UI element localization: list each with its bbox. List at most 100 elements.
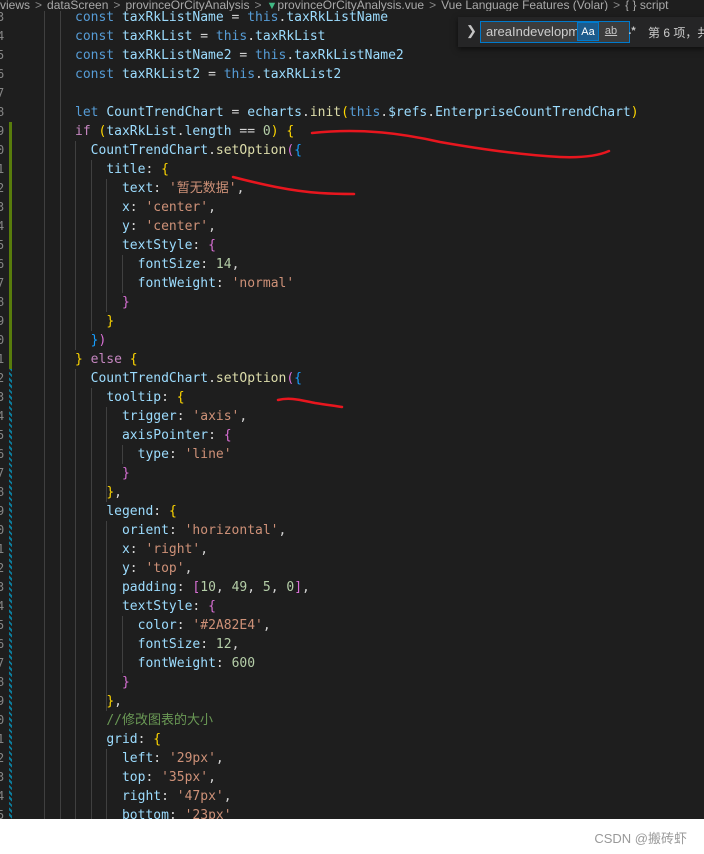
code-line[interactable]: 2 left: '29px', xyxy=(0,749,704,768)
breadcrumb-item[interactable]: views xyxy=(0,0,30,11)
code-token: = xyxy=(223,11,248,25)
code-line[interactable]: 8 let CountTrendChart = echarts.init(this… xyxy=(0,103,704,122)
code-line[interactable]: 9 }, xyxy=(0,692,704,711)
code-token: init xyxy=(309,105,342,120)
code-line[interactable]: 1} else { xyxy=(0,350,704,369)
code-line[interactable]: 5 textStyle: { xyxy=(0,236,704,255)
code-line[interactable]: 5 axisPointer: { xyxy=(0,426,704,445)
code-line[interactable]: 6 type: 'line' xyxy=(0,445,704,464)
code-line[interactable]: 6 fontSize: 12, xyxy=(0,635,704,654)
code-text: }, xyxy=(75,692,122,711)
code-text: orient: 'horizontal', xyxy=(75,521,286,540)
breadcrumb-item[interactable]: dataScreen xyxy=(47,0,108,11)
code-line[interactable]: 0 //修改图表的大小 xyxy=(0,711,704,730)
code-line[interactable]: 6 const taxRkList2 = this.taxRkList2 xyxy=(0,65,704,84)
regex-button[interactable]: .* xyxy=(623,22,641,41)
code-line[interactable]: 9 legend: { xyxy=(0,502,704,521)
code-line[interactable]: 2 CountTrendChart.setOption({ xyxy=(0,369,704,388)
code-token: { xyxy=(294,371,302,386)
code-token: title xyxy=(106,162,146,177)
code-token: bottom xyxy=(121,808,169,819)
code-token: 'center' xyxy=(145,200,209,215)
code-line[interactable]: 1 x: 'right', xyxy=(0,540,704,559)
watermark-text: CSDN @搬砖虾 xyxy=(594,831,687,846)
code-text: fontSize: 12, xyxy=(75,635,240,654)
code-line[interactable]: 0 CountTrendChart.setOption({ xyxy=(0,141,704,160)
code-line[interactable]: 6 fontSize: 14, xyxy=(0,255,704,274)
chevron-right-icon[interactable]: ❯ xyxy=(466,23,477,39)
code-line[interactable]: 4 trigger: 'axis', xyxy=(0,407,704,426)
code-text: tooltip: { xyxy=(75,388,184,407)
whole-word-button[interactable]: ab xyxy=(601,22,621,41)
code-line[interactable]: 9 } xyxy=(0,312,704,331)
code-line[interactable]: 0 orient: 'horizontal', xyxy=(0,521,704,540)
breadcrumb-item[interactable]: provinceOrCityAnalysis.vue xyxy=(277,0,424,11)
code-line[interactable]: 9 if (taxRkList.length == 0) { xyxy=(0,122,704,141)
code-line[interactable]: 5 color: '#2A82E4', xyxy=(0,616,704,635)
code-line[interactable]: 5 const taxRkListName2 = this.taxRkListNa… xyxy=(0,46,704,65)
code-text: grid: { xyxy=(75,730,161,749)
code-token: taxRkList2 xyxy=(262,67,342,82)
line-number: 9 xyxy=(0,694,5,708)
code-token: '暂无数据' xyxy=(168,181,237,196)
code-token: taxRkListName xyxy=(121,11,224,25)
code-token: . xyxy=(286,48,295,63)
code-token: , xyxy=(184,561,193,576)
code-line[interactable]: 3 top: '35px', xyxy=(0,768,704,787)
code-text: fontWeight: 600 xyxy=(75,654,255,673)
code-line[interactable]: 5 bottom: '23px' xyxy=(0,806,704,819)
code-token: axisPointer xyxy=(121,428,209,443)
breadcrumb-item[interactable]: Vue Language Features (Volar) xyxy=(441,0,608,11)
code-text: bottom: '23px' xyxy=(75,806,232,819)
code-line[interactable]: 7 xyxy=(0,84,704,103)
line-number: 2 xyxy=(0,561,5,575)
code-line[interactable]: 8 } xyxy=(0,293,704,312)
code-line[interactable]: 7 } xyxy=(0,464,704,483)
code-text: left: '29px', xyxy=(75,749,224,768)
code-line[interactable]: 4 y: 'center', xyxy=(0,217,704,236)
line-number: 6 xyxy=(0,67,5,81)
code-line[interactable]: 4 textStyle: { xyxy=(0,597,704,616)
code-line[interactable]: 7 fontWeight: 'normal' xyxy=(0,274,704,293)
code-line[interactable]: 0 }) xyxy=(0,331,704,350)
code-line[interactable]: 1 grid: { xyxy=(0,730,704,749)
code-token: . xyxy=(255,67,263,82)
code-token: 5 xyxy=(262,580,271,595)
code-token: ) xyxy=(270,124,279,139)
code-line[interactable]: 2 y: 'top', xyxy=(0,559,704,578)
code-token: , xyxy=(208,219,216,234)
code-token: textStyle xyxy=(121,599,193,614)
code-token: { xyxy=(129,352,138,367)
code-line[interactable]: 8 } xyxy=(0,673,704,692)
code-token: ( xyxy=(286,371,295,386)
line-number: 7 xyxy=(0,656,5,670)
code-line[interactable]: 3 x: 'center', xyxy=(0,198,704,217)
code-line[interactable]: 8 }, xyxy=(0,483,704,502)
code-editor[interactable]: 3 const taxRkListName = this.taxRkListNam… xyxy=(0,11,704,819)
code-line[interactable]: 2 text: '暂无数据', xyxy=(0,179,704,198)
line-number: 1 xyxy=(0,732,5,746)
code-line[interactable]: 7 fontWeight: 600 xyxy=(0,654,704,673)
code-token: : xyxy=(192,599,209,614)
match-case-button[interactable]: Aa xyxy=(577,22,599,41)
line-number: 4 xyxy=(0,409,5,423)
code-token: = xyxy=(200,67,224,82)
code-line[interactable]: 3 padding: [10, 49, 5, 0], xyxy=(0,578,704,597)
line-number: 3 xyxy=(0,770,5,784)
code-line[interactable]: 3 tooltip: { xyxy=(0,388,704,407)
breadcrumb-item[interactable]: provinceOrCityAnalysis xyxy=(125,0,249,11)
code-line[interactable]: 1 title: { xyxy=(0,160,704,179)
code-line[interactable]: 4 right: '47px', xyxy=(0,787,704,806)
breadcrumb-item[interactable]: { } script xyxy=(625,0,668,11)
code-token: '35px' xyxy=(161,770,209,785)
line-number: 4 xyxy=(0,599,5,613)
code-token: this xyxy=(348,105,381,120)
code-token: : xyxy=(176,618,193,633)
